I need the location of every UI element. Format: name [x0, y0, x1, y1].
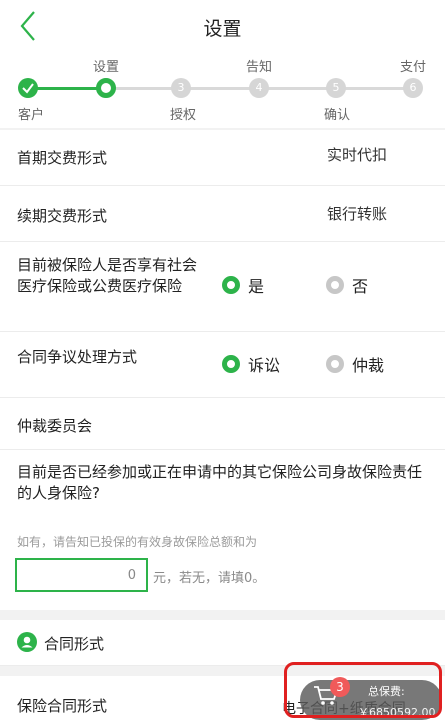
amount-hint: 如有，请告知已投保的有效身故保险总额和为	[17, 535, 258, 549]
social-insurance-yes-radio[interactable]: 是	[222, 273, 264, 297]
contract-form-section: 合同形式	[0, 620, 445, 666]
amount-suffix: 元，若无，请填0。	[153, 571, 266, 586]
other-insurance-label: 目前是否已经参加或正在申请中的其它保险公司身故保险责任的人身保险?	[17, 463, 423, 502]
back-button[interactable]	[12, 8, 46, 44]
contract-form-label: 保险合同形式	[17, 697, 108, 715]
other-insurance-row: 目前是否已经参加或正在申请中的其它保险公司身故保险责任的人身保险?	[0, 450, 445, 516]
dispute-litigation-radio[interactable]: 诉讼	[222, 352, 280, 376]
progress-steps: 3 4 5 6 客户 设置 授权 告知 确认 支付	[0, 52, 445, 128]
arbitration-label: 仲裁委员会	[17, 417, 93, 435]
step-6-circle: 6	[403, 78, 423, 98]
first-payment-label: 首期交费形式	[17, 149, 108, 167]
section-title: 合同形式	[44, 635, 105, 653]
arbitration-row[interactable]: 仲裁委员会	[0, 398, 445, 450]
step-1-label: 客户	[18, 108, 45, 123]
step-2-label: 设置	[93, 60, 120, 75]
step-3-circle: 3	[171, 78, 191, 98]
radio-label: 诉讼	[248, 356, 281, 375]
first-payment-value: 实时代扣	[326, 146, 387, 164]
header-bar: 设置	[0, 0, 445, 52]
renewal-payment-value: 银行转账	[326, 205, 387, 223]
step-3-label: 授权	[170, 108, 197, 123]
dispute-label: 合同争议处理方式	[17, 348, 138, 366]
step-connector	[28, 87, 106, 90]
renewal-payment-label: 续期交费形式	[17, 207, 108, 225]
social-insurance-row: 目前被保险人是否享有社会医疗保险或公费医疗保险 是 否	[0, 242, 445, 332]
step-6-label: 支付	[400, 60, 427, 75]
radio-checked-icon	[222, 355, 240, 373]
highlight-box	[284, 662, 442, 718]
insurance-amount-input[interactable]	[15, 558, 148, 592]
dispute-arbitration-radio[interactable]: 仲裁	[326, 352, 384, 376]
step-5-label: 确认	[324, 108, 351, 123]
first-payment-row[interactable]: 首期交费形式 实时代扣	[0, 130, 445, 186]
chevron-left-icon	[20, 11, 35, 41]
social-insurance-label: 目前被保险人是否享有社会医疗保险或公费医疗保险	[17, 256, 198, 295]
step-4-label: 告知	[246, 60, 273, 75]
radio-unchecked-icon	[326, 276, 344, 294]
user-icon	[17, 632, 37, 652]
radio-label: 仲裁	[352, 356, 385, 375]
dispute-row: 合同争议处理方式 诉讼 仲裁	[0, 332, 445, 398]
social-insurance-no-radio[interactable]: 否	[326, 273, 368, 297]
radio-label: 否	[352, 277, 369, 296]
step-5-circle: 5	[326, 78, 346, 98]
step-2-current	[96, 78, 116, 98]
renewal-payment-row[interactable]: 续期交费形式 银行转账	[0, 186, 445, 242]
page-title: 设置	[203, 18, 242, 40]
radio-label: 是	[248, 277, 265, 296]
radio-checked-icon	[222, 276, 240, 294]
step-1-done-icon	[18, 78, 38, 98]
radio-unchecked-icon	[326, 355, 344, 373]
step-4-circle: 4	[249, 78, 269, 98]
